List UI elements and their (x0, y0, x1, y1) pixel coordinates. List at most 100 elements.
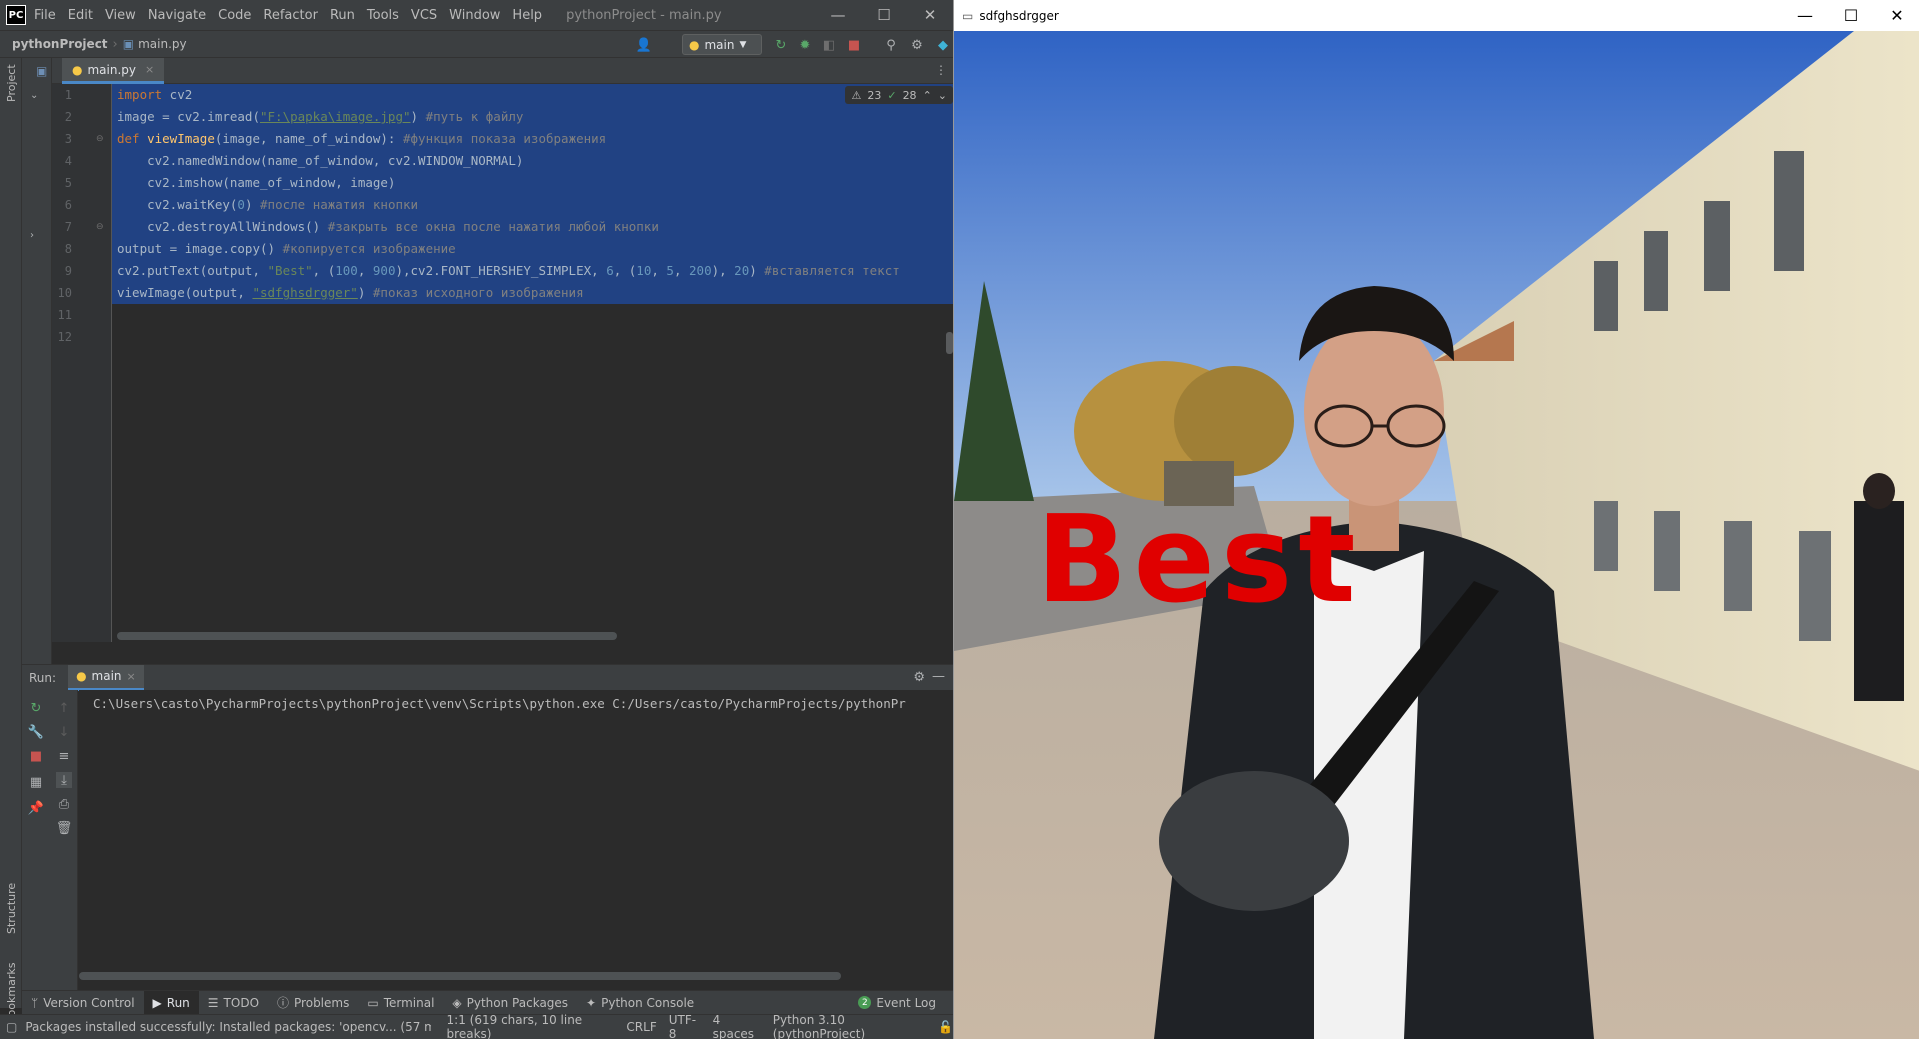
menu-help[interactable]: Help (512, 8, 542, 23)
code-line-8: output = image.copy() #копируется изобра… (117, 241, 456, 256)
close-icon[interactable]: × (127, 670, 136, 683)
chevron-right-icon[interactable]: › (30, 230, 34, 241)
menu-run[interactable]: Run (330, 8, 355, 23)
python-packages-tool-button[interactable]: ◈ Python Packages (443, 991, 577, 1015)
todo-tool-button[interactable]: ☰ TODO (199, 991, 268, 1015)
close-icon[interactable]: ✕ (1874, 6, 1919, 25)
run-console[interactable]: C:\Users\casto\PycharmProjects\pythonPro… (79, 690, 953, 990)
run-tab-label: main (91, 669, 122, 683)
lock-icon[interactable]: 🔓 (938, 1020, 953, 1034)
panel-toggle-icon[interactable]: ▣ (36, 64, 47, 78)
python-icon: ● (689, 37, 700, 52)
chevron-up-icon[interactable]: ⌃ (923, 89, 932, 102)
breadcrumb-file-label: main.py (138, 37, 187, 51)
python-console-tool-button[interactable]: ✦ Python Console (577, 991, 703, 1015)
event-log-tool-button[interactable]: 2 Event Log (849, 991, 945, 1015)
branch-icon: ᛘ (31, 995, 39, 1010)
scroll-to-end-icon[interactable]: ⤓ (56, 772, 72, 788)
vertical-scrollbar[interactable] (946, 332, 953, 354)
fold-icon[interactable]: ⊖ (96, 134, 104, 144)
run-toolbar-primary: ↻ 🔧 ■ ▦ 📌 (22, 690, 50, 990)
navigation-bar: pythonProject › ▣ main.py 👤 ● main ▼ ↻ ✹… (0, 30, 953, 58)
hide-panel-icon[interactable]: — (932, 669, 945, 684)
horizontal-scrollbar[interactable] (117, 632, 617, 640)
minimize-icon[interactable]: — (815, 6, 861, 24)
line-number: 8 (64, 242, 72, 256)
jetbrains-plugin-icon[interactable]: ◆ (935, 37, 951, 53)
menu-vcs[interactable]: VCS (411, 8, 437, 23)
coverage-icon[interactable]: ◧ (821, 37, 837, 53)
run-tab-main[interactable]: ● main × (68, 664, 144, 691)
status-message[interactable]: Packages installed successfully: Install… (25, 1020, 430, 1034)
pin-icon[interactable]: 📌 (28, 800, 44, 816)
print-icon[interactable]: ⎙ (56, 796, 72, 812)
chevron-down-icon[interactable]: ⌄ (30, 90, 38, 101)
arrow-up-icon[interactable]: ↑ (56, 700, 72, 716)
line-separator[interactable]: CRLF (626, 1020, 656, 1034)
stop-icon[interactable]: ■ (846, 37, 862, 53)
opencv-image-window: ▭ sdfghsdrgger — ☐ ✕ Best (953, 0, 1919, 1039)
maximize-icon[interactable]: ☐ (1828, 6, 1874, 25)
settings-gear-icon[interactable]: ⚙ (913, 670, 925, 685)
run-configuration-select[interactable]: ● main ▼ (682, 34, 762, 55)
code-line-3: def viewImage(image, name_of_window): #ф… (117, 131, 607, 146)
maximize-icon[interactable]: ☐ (861, 6, 907, 24)
wrench-icon[interactable]: 🔧 (28, 724, 44, 740)
terminal-tool-button[interactable]: ▭ Terminal (358, 991, 443, 1015)
tab-main-py[interactable]: ● main.py × (62, 58, 165, 84)
menu-file[interactable]: File (34, 8, 56, 23)
menu-view[interactable]: View (105, 8, 136, 23)
image-canvas[interactable]: Best (954, 31, 1919, 1039)
arrow-down-icon[interactable]: ↓ (56, 724, 72, 740)
breadcrumb-file[interactable]: ▣ main.py (123, 37, 187, 51)
tab-close-icon[interactable]: × (145, 63, 154, 76)
version-control-tool-button[interactable]: ᛘ Version Control (22, 991, 144, 1015)
menu-tools[interactable]: Tools (367, 8, 399, 23)
menu-bar: PC File Edit View Navigate Code Refactor… (0, 0, 953, 30)
rerun-icon[interactable]: ↻ (28, 700, 44, 716)
code-editor[interactable]: import cv2 image = cv2.imread("F:\papka\… (112, 84, 953, 642)
trash-icon[interactable]: 🗑 (56, 820, 73, 836)
python-file-icon: ● (72, 62, 83, 77)
line-number: 5 (64, 176, 72, 190)
image-window-titlebar[interactable]: ▭ sdfghsdrgger — ☐ ✕ (954, 0, 1919, 31)
chevron-down-icon: ▼ (739, 39, 747, 50)
menu-window[interactable]: Window (449, 8, 500, 23)
soft-wrap-icon[interactable]: ≡ (56, 748, 72, 764)
rerun-icon[interactable]: ↻ (773, 37, 789, 53)
project-tool-button[interactable]: Project (5, 64, 18, 102)
terminal-icon: ▭ (367, 995, 379, 1010)
caret-position[interactable]: 1:1 (619 chars, 10 line breaks) (447, 1013, 615, 1039)
breadcrumb-project[interactable]: pythonProject (12, 37, 108, 51)
menu-code[interactable]: Code (218, 8, 251, 23)
warning-count: 23 (867, 88, 882, 102)
structure-tool-button[interactable]: Structure (5, 883, 18, 934)
settings-gear-icon[interactable]: ⚙ (909, 37, 925, 53)
menu-navigate[interactable]: Navigate (148, 8, 206, 23)
code-line-9: cv2.putText(output, "Best", (100, 900),c… (117, 263, 900, 278)
fold-icon[interactable]: ⊖ (96, 222, 104, 232)
search-icon[interactable]: ⚲ (883, 37, 899, 53)
menu-edit[interactable]: Edit (68, 8, 93, 23)
horizontal-scrollbar[interactable] (79, 972, 841, 980)
chevron-down-icon[interactable]: ⌄ (938, 89, 947, 102)
layout-icon[interactable]: ▦ (28, 774, 44, 790)
inspection-widget[interactable]: ⚠ 23 ✓ 28 ⌃ ⌄ (845, 86, 953, 104)
indent-setting[interactable]: 4 spaces (713, 1013, 761, 1039)
problems-tool-button[interactable]: ⓘ Problems (268, 991, 358, 1015)
run-panel-label: Run: (29, 670, 57, 685)
code-line-1: import cv2 (117, 87, 193, 102)
run-tool-button[interactable]: ▶ Run (143, 990, 199, 1015)
stop-icon[interactable]: ■ (28, 748, 44, 764)
user-icon[interactable]: 👤 (636, 37, 652, 53)
typo-count: 28 (902, 88, 917, 102)
file-encoding[interactable]: UTF-8 (669, 1013, 701, 1039)
status-toggle-icon[interactable]: ▢ (6, 1020, 17, 1034)
minimize-icon[interactable]: — (1782, 6, 1828, 25)
close-icon[interactable]: ✕ (907, 6, 953, 24)
menu-refactor[interactable]: Refactor (263, 8, 318, 23)
checkmark-icon: ✓ (887, 88, 897, 102)
more-tabs-icon[interactable]: ⋮ (935, 63, 947, 77)
debug-icon[interactable]: ✹ (797, 37, 813, 53)
python-interpreter[interactable]: Python 3.10 (pythonProject) (773, 1013, 926, 1039)
